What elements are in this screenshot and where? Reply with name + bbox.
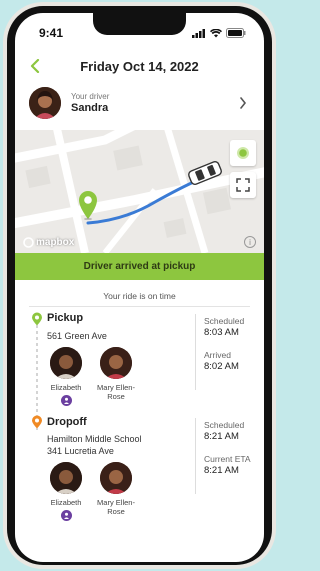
rider-avatar — [50, 462, 82, 494]
person-badge-icon — [60, 395, 72, 406]
battery-icon — [226, 28, 246, 38]
signal-icon — [192, 28, 205, 38]
pickup-rider-2[interactable]: Mary Ellen-Rose — [93, 347, 139, 401]
chevron-right-icon — [236, 96, 250, 110]
rider-name: Mary Ellen-Rose — [97, 383, 135, 401]
dropoff-scheduled-label: Scheduled — [204, 420, 245, 430]
pickup-rider-1[interactable]: Elizabeth — [43, 347, 89, 406]
pickup-scheduled-value: 8:03 AM — [204, 327, 239, 338]
pickup-address: 561 Green Ave — [47, 331, 107, 341]
pickup-title: Pickup — [47, 312, 84, 324]
person-badge-icon — [60, 510, 72, 521]
wifi-icon — [210, 28, 222, 37]
driver-label: Your driver — [71, 92, 110, 101]
route-map[interactable]: mapbox i — [15, 130, 264, 253]
rider-name: Mary Ellen-Rose — [97, 498, 135, 516]
pickup-arrived-label: Arrived — [204, 350, 231, 360]
map-info-icon[interactable]: i — [244, 236, 256, 248]
dropoff-rider-2[interactable]: Mary Ellen-Rose — [93, 462, 139, 516]
back-button[interactable] — [25, 55, 45, 77]
date-header: Friday Oct 14, 2022 — [15, 51, 264, 81]
dropoff-title: Dropoff — [47, 416, 87, 428]
mapbox-mark-icon — [23, 237, 34, 248]
pickup-marker-icon — [32, 312, 42, 326]
trip-status-text: Your ride is on time — [103, 291, 176, 301]
driver-row[interactable]: Your driver Sandra — [15, 83, 264, 123]
rider-name: Elizabeth — [50, 383, 82, 392]
rider-name: Elizabeth — [50, 498, 82, 507]
dropoff-eta-value: 8:21 AM — [204, 465, 239, 476]
mapbox-logo-text: mapbox — [36, 237, 75, 248]
rider-avatar — [50, 347, 82, 379]
expand-icon — [236, 178, 250, 192]
status-icons — [192, 28, 246, 38]
phone-notch — [93, 13, 186, 35]
rider-avatar — [100, 462, 132, 494]
status-banner: Driver arrived at pickup — [15, 253, 264, 280]
dropoff-times-divider — [195, 418, 196, 494]
rider-avatar — [100, 347, 132, 379]
pickup-arrived-value: 8:02 AM — [204, 361, 239, 372]
driver-name: Sandra — [71, 102, 109, 114]
chevron-left-icon — [30, 59, 40, 73]
pickup-times-divider — [195, 314, 196, 390]
map-background — [15, 130, 264, 253]
pickup-scheduled-label: Scheduled — [204, 316, 245, 326]
status-time: 9:41 — [39, 26, 64, 40]
pickup-pin-icon — [79, 191, 97, 220]
location-dot-icon — [237, 147, 249, 159]
dropoff-marker-icon — [32, 415, 42, 429]
fullscreen-button[interactable] — [230, 172, 256, 198]
dropoff-rider-1[interactable]: Elizabeth — [43, 462, 89, 521]
dropoff-scheduled-value: 8:21 AM — [204, 431, 239, 442]
locate-button[interactable] — [230, 140, 256, 166]
dropoff-eta-label: Current ETA — [204, 454, 251, 464]
app-screen: 9:41 Friday Oct 14, 2022 Your driver San… — [15, 13, 264, 562]
driver-info: Your driver Sandra — [71, 92, 236, 114]
banner-text: Driver arrived at pickup — [83, 261, 196, 272]
page-title: Friday Oct 14, 2022 — [80, 58, 199, 74]
dropoff-address-line1: Hamilton Middle School — [47, 434, 142, 444]
dropoff-address-line2: 341 Lucretia Ave — [47, 446, 114, 456]
mapbox-logo: mapbox — [23, 237, 74, 248]
divider — [29, 306, 250, 307]
driver-avatar — [29, 87, 61, 119]
